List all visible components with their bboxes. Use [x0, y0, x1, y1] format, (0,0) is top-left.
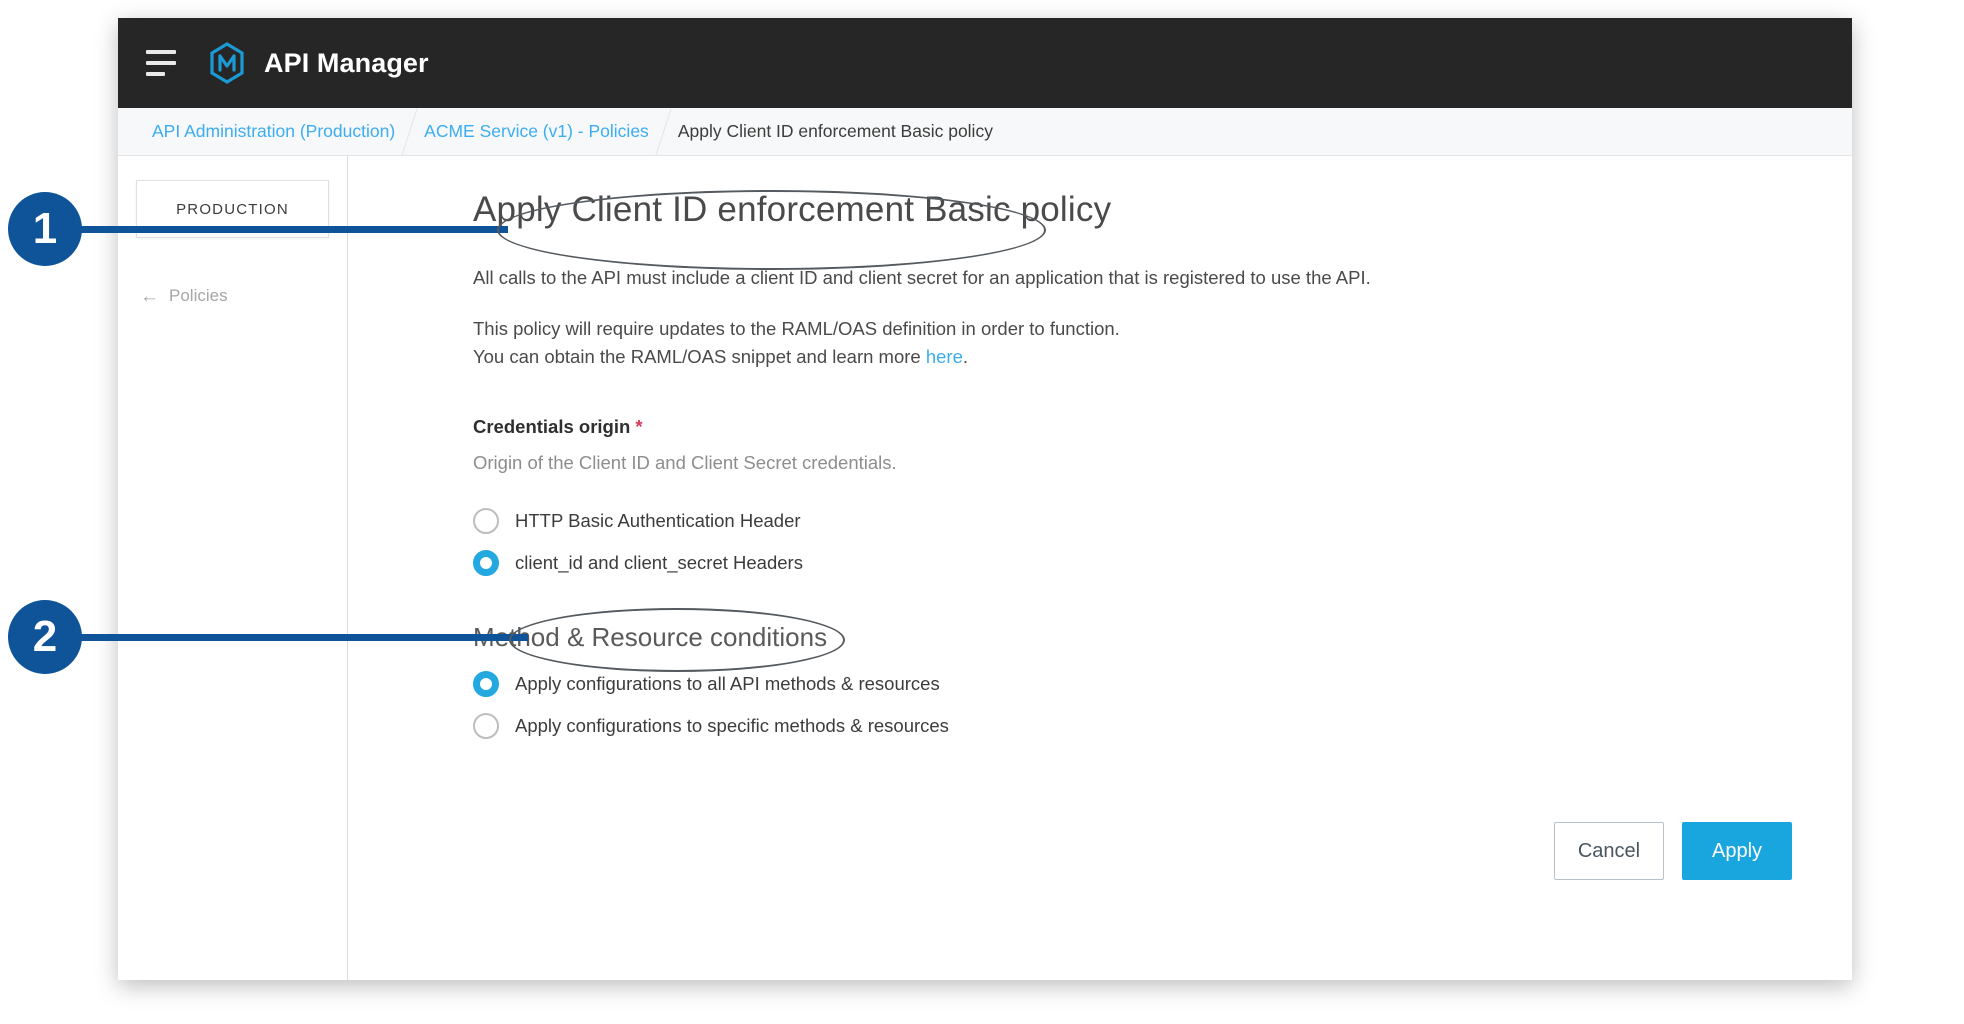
page-body: PRODUCTION ← Policies Apply Client ID en… — [118, 156, 1852, 980]
radio-option-http-basic-auth-header[interactable]: HTTP Basic Authentication Header — [473, 500, 1792, 542]
credentials-origin-label: Credentials origin * — [473, 416, 1792, 438]
radio-indicator-selected[interactable] — [473, 671, 499, 697]
breadcrumb-item-current-policy: Apply Client ID enforcement Basic policy — [664, 121, 1007, 142]
breadcrumb: API Administration (Production) ACME Ser… — [118, 108, 1852, 156]
radio-indicator[interactable] — [473, 713, 499, 739]
hamburger-line — [146, 50, 176, 54]
method-resource-radio-group: Apply configurations to all API methods … — [473, 663, 1792, 747]
radio-option-specific-methods-resources[interactable]: Apply configurations to specific methods… — [473, 705, 1792, 747]
hamburger-line — [146, 61, 176, 65]
policy-description-paragraph-2: This policy will require updates to the … — [473, 315, 1792, 344]
sidebar-item-label: Policies — [169, 286, 228, 306]
required-asterisk: * — [635, 416, 642, 437]
mulesoft-hexagon-logo-icon — [208, 42, 246, 84]
radio-indicator[interactable] — [473, 508, 499, 534]
policy-description-paragraph-3: You can obtain the RAML/OAS snippet and … — [473, 343, 1792, 372]
method-resource-conditions-heading: Method & Resource conditions — [473, 622, 1792, 653]
form-action-buttons: Cancel Apply — [1554, 822, 1792, 880]
here-link[interactable]: here — [926, 346, 963, 367]
top-navigation-bar: API Manager — [118, 18, 1852, 108]
paragraph-3-suffix: . — [963, 346, 968, 367]
radio-option-label: HTTP Basic Authentication Header — [515, 510, 801, 532]
apply-button[interactable]: Apply — [1682, 822, 1792, 880]
paragraph-3-prefix: You can obtain the RAML/OAS snippet and … — [473, 346, 926, 367]
radio-option-label: Apply configurations to specific methods… — [515, 715, 949, 737]
radio-option-label: client_id and client_secret Headers — [515, 552, 803, 574]
radio-option-all-methods-resources[interactable]: Apply configurations to all API methods … — [473, 663, 1792, 705]
breadcrumb-item-acme-service-policies[interactable]: ACME Service (v1) - Policies — [410, 121, 663, 142]
hamburger-line — [146, 72, 165, 76]
breadcrumb-item-api-administration[interactable]: API Administration (Production) — [138, 121, 409, 142]
radio-indicator-selected[interactable] — [473, 550, 499, 576]
radio-option-label: Apply configurations to all API methods … — [515, 673, 940, 695]
app-title: API Manager — [264, 48, 429, 79]
annotation-badge-1: 1 — [8, 192, 82, 266]
policy-description-paragraph-1: All calls to the API must include a clie… — [473, 264, 1792, 293]
sidebar-item-policies[interactable]: ← Policies — [136, 286, 329, 306]
back-arrow-icon: ← — [140, 287, 159, 306]
cancel-button[interactable]: Cancel — [1554, 822, 1664, 880]
annotation-badge-2: 2 — [8, 600, 82, 674]
radio-option-client-id-secret-headers[interactable]: client_id and client_secret Headers — [473, 542, 1792, 584]
environment-selector[interactable]: PRODUCTION — [136, 180, 329, 238]
application-window: API Manager API Administration (Producti… — [118, 18, 1852, 980]
page-title: Apply Client ID enforcement Basic policy — [473, 190, 1792, 230]
main-content: Apply Client ID enforcement Basic policy… — [348, 156, 1852, 980]
credentials-origin-radio-group: HTTP Basic Authentication Header client_… — [473, 500, 1792, 584]
credentials-origin-help-text: Origin of the Client ID and Client Secre… — [473, 452, 1792, 474]
hamburger-menu-icon[interactable] — [146, 50, 178, 76]
sidebar: PRODUCTION ← Policies — [118, 156, 348, 980]
credentials-origin-label-text: Credentials origin — [473, 416, 630, 437]
